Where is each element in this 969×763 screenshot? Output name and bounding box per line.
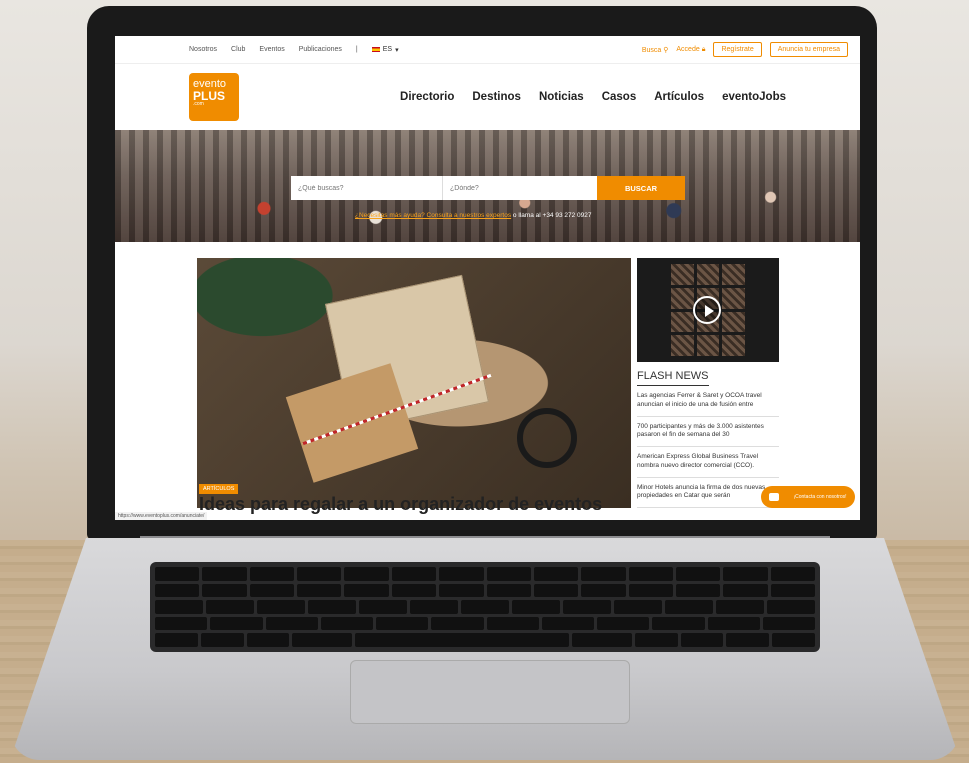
search-where-input[interactable] bbox=[443, 176, 597, 200]
news-list: Las agencias Ferrer & Saret y OCOA trave… bbox=[637, 386, 779, 509]
news-item[interactable]: 700 participantes y más de 3.000 asisten… bbox=[637, 417, 779, 448]
busca-link[interactable]: Busca ⚲ bbox=[642, 46, 669, 54]
scissors-image bbox=[517, 408, 577, 468]
nav-destinos[interactable]: Destinos bbox=[472, 91, 521, 103]
spain-flag-icon bbox=[371, 47, 380, 52]
mail-icon bbox=[769, 493, 779, 501]
main-content: ARTÍCULOS Ideas para regalar a un organi… bbox=[115, 242, 860, 514]
nav-articulos[interactable]: Artículos bbox=[654, 91, 704, 103]
experts-link[interactable]: ¿Necesitas más ayuda? Consulta a nuestro… bbox=[355, 212, 511, 219]
chevron-down-icon: ▾ bbox=[395, 46, 399, 54]
flash-news-heading: FLASH NEWS bbox=[637, 370, 709, 386]
search-bar: BUSCAR bbox=[291, 176, 685, 200]
article-title[interactable]: Ideas para regalar a un organizador de e… bbox=[199, 494, 602, 515]
eventoplus-logo[interactable]: evento PLUS .com bbox=[189, 73, 239, 121]
featured-article[interactable]: ARTÍCULOS Ideas para regalar a un organi… bbox=[197, 258, 631, 514]
nav-publicaciones-link[interactable]: Publicaciones bbox=[299, 46, 342, 53]
trackpad bbox=[350, 660, 630, 724]
contact-button[interactable]: ¡Contacta con nosotros! bbox=[761, 486, 855, 508]
site-header: evento PLUS .com Directorio Destinos Not… bbox=[115, 64, 860, 130]
nav-directorio[interactable]: Directorio bbox=[400, 91, 454, 103]
register-button[interactable]: Regístrate bbox=[713, 42, 762, 57]
top-bar: Nosotros Club Eventos Publicaciones | ES… bbox=[115, 36, 860, 64]
video-thumbnail[interactable] bbox=[637, 258, 779, 362]
accede-link[interactable]: Accede 🔒︎ bbox=[676, 46, 705, 54]
search-what-input[interactable] bbox=[291, 176, 443, 200]
nav-casos[interactable]: Casos bbox=[602, 91, 637, 103]
nav-eventojobs[interactable]: eventoJobs bbox=[722, 91, 786, 103]
sidebar: FLASH NEWS Las agencias Ferrer & Saret y… bbox=[637, 258, 779, 509]
search-icon: ⚲ bbox=[663, 46, 669, 54]
laptop-screen: Nosotros Club Eventos Publicaciones | ES… bbox=[115, 36, 860, 520]
news-item[interactable]: Las agencias Ferrer & Saret y OCOA trave… bbox=[637, 386, 779, 417]
news-item[interactable]: Minor Hotels anuncia la firma de dos nue… bbox=[637, 478, 779, 509]
language-selector[interactable]: ES ▾ bbox=[371, 46, 399, 54]
keyboard bbox=[150, 562, 820, 652]
lock-icon: 🔒︎ bbox=[701, 45, 706, 53]
status-bar-url: https://www.eventoplus.com/anunciate/ bbox=[115, 512, 208, 520]
nav-noticias[interactable]: Noticias bbox=[539, 91, 584, 103]
hero-banner: BUSCAR ¿Necesitas más ayuda? Consulta a … bbox=[115, 130, 860, 242]
news-item[interactable]: American Express Global Business Travel … bbox=[637, 447, 779, 478]
play-icon[interactable] bbox=[693, 296, 721, 324]
nav-nosotros-link[interactable]: Nosotros bbox=[189, 46, 217, 53]
nav-club-link[interactable]: Club bbox=[231, 46, 245, 53]
advertise-button[interactable]: Anuncia tu empresa bbox=[769, 42, 848, 57]
main-nav: Directorio Destinos Noticias Casos Artíc… bbox=[400, 91, 786, 103]
help-text: ¿Necesitas más ayuda? Consulta a nuestro… bbox=[355, 212, 592, 219]
search-button[interactable]: BUSCAR bbox=[597, 176, 685, 200]
nav-eventos-link[interactable]: Eventos bbox=[259, 46, 284, 53]
category-tag[interactable]: ARTÍCULOS bbox=[199, 484, 239, 494]
